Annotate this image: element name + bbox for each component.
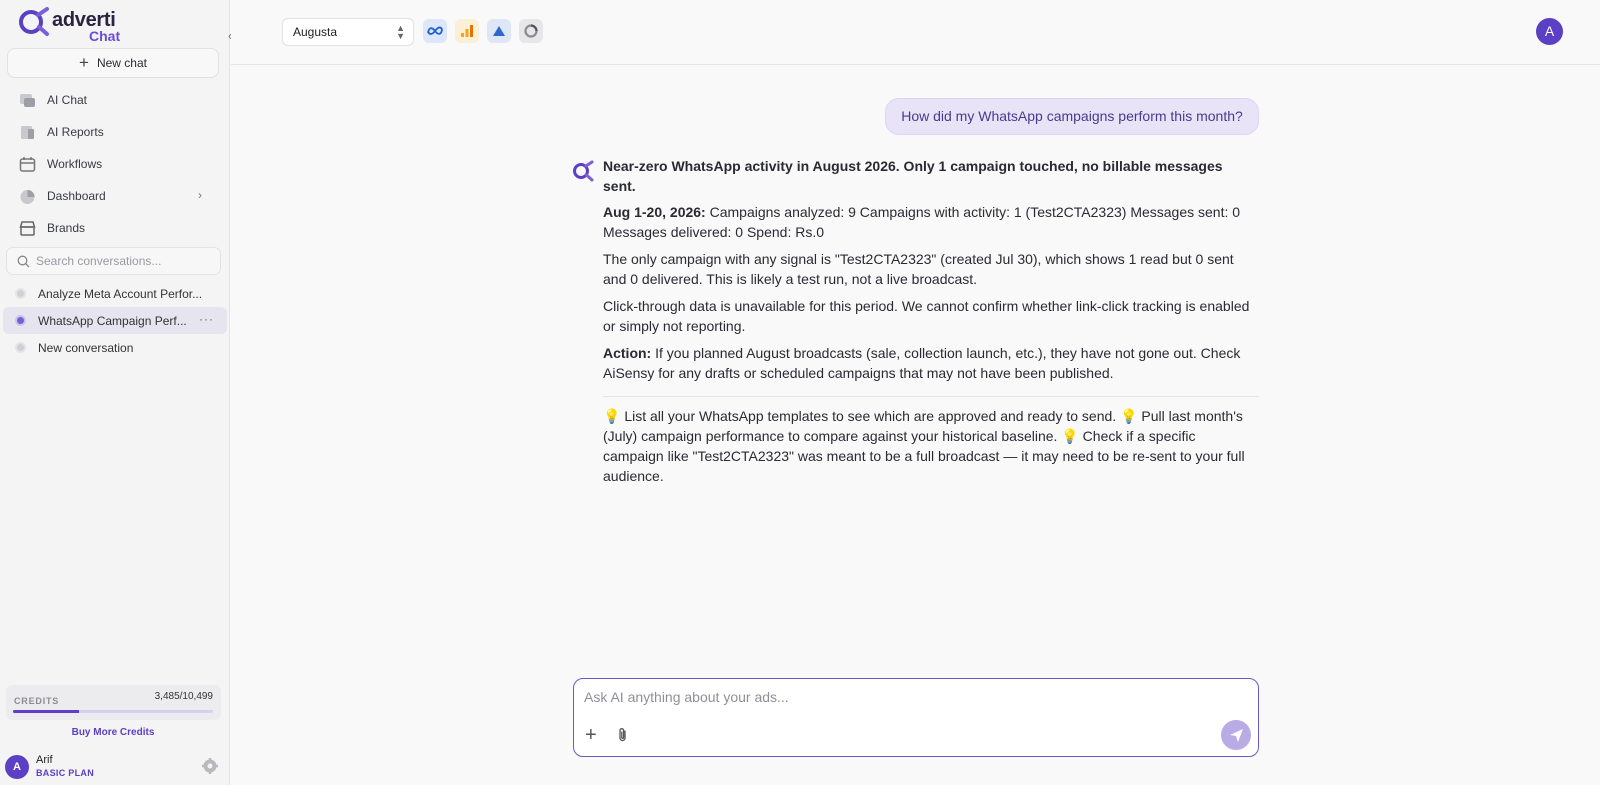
calendar-icon (19, 156, 36, 172)
ai-message: Near-zero WhatsApp activity in August 20… (603, 156, 1259, 493)
suggestions: 💡 List all your WhatsApp templates to se… (603, 406, 1259, 486)
message-input[interactable] (584, 689, 1224, 711)
conversation-item-active[interactable]: WhatsApp Campaign Perf... ··· (3, 307, 227, 334)
user-avatar-button[interactable]: A (1536, 18, 1563, 45)
google-ads-integration-button[interactable] (487, 19, 511, 43)
user-plan-badge: BASIC PLAN (36, 768, 95, 778)
lightbulb-icon: 💡 (1061, 428, 1083, 444)
conversation-title: WhatsApp Campaign Perf... (38, 313, 187, 328)
shopify-integration-button[interactable] (519, 19, 543, 43)
sidebar-item-label: AI Reports (47, 125, 104, 139)
ai-message-text: If you planned August broadcasts (sale, … (603, 345, 1241, 381)
credits-label: CREDITS (14, 696, 60, 706)
paperclip-icon[interactable] (616, 727, 630, 743)
send-button[interactable] (1221, 720, 1251, 750)
user-message-bubble: How did my WhatsApp campaigns perform th… (885, 98, 1259, 135)
dashboard-icon (20, 189, 35, 204)
store-icon (19, 220, 36, 236)
sidebar-item-label: Brands (47, 221, 86, 235)
conversation-title: Analyze Meta Account Perfor... (38, 286, 203, 301)
search-input[interactable] (36, 254, 206, 268)
new-chat-label: New chat (96, 56, 147, 70)
lightbulb-icon: 💡 (603, 408, 625, 424)
google-ads-icon (493, 26, 505, 36)
logo-icon (19, 7, 49, 36)
reports-icon (21, 125, 34, 139)
credits-panel: CREDITS 3,485/10,499 (6, 685, 221, 720)
sidebar-item-label: Dashboard (47, 189, 106, 203)
ai-message-label: Action: (603, 345, 652, 361)
lightbulb-icon: 💡 (1120, 408, 1142, 424)
credits-progress-bar (13, 710, 213, 713)
ai-message-paragraph: The only campaign with any signal is "Te… (603, 251, 1234, 287)
meta-integration-button[interactable] (423, 19, 447, 43)
chevron-right-icon[interactable]: › (198, 188, 202, 202)
add-attachment-plus-icon[interactable]: + (585, 724, 597, 747)
search-conversations (6, 247, 221, 275)
new-chat-button[interactable]: + New chat (7, 48, 219, 78)
app-logo[interactable]: adverti Chat (18, 7, 128, 44)
ai-message-label: Aug 1-20, 2026: (603, 204, 706, 220)
conversation-item[interactable]: New conversation (3, 334, 227, 361)
conversation-list: Analyze Meta Account Perfor... WhatsApp … (0, 280, 230, 361)
ai-message-paragraph: Click-through data is unavailable for th… (603, 298, 1250, 334)
conversation-item[interactable]: Analyze Meta Account Perfor... (3, 280, 227, 307)
credits-value: 3,485/10,499 (154, 691, 213, 702)
sidebar-item-workflows[interactable]: Workflows (0, 148, 230, 180)
ai-assistant-icon (573, 160, 594, 182)
logo-subtext: Chat (89, 28, 121, 44)
user-profile[interactable]: A Arif BASIC PLAN (5, 754, 225, 780)
chat-icon (20, 93, 35, 107)
avatar: A (5, 755, 29, 779)
analytics-icon (461, 25, 473, 37)
conversation-title: New conversation (38, 340, 134, 355)
meta-icon (427, 26, 443, 35)
sidebar-item-label: Workflows (47, 157, 103, 171)
shopify-icon (524, 24, 538, 38)
conversation-status-icon (15, 288, 26, 299)
search-icon (17, 255, 30, 267)
more-options-icon[interactable]: ··· (199, 312, 214, 326)
brand-select[interactable]: Augusta ▲ ▼ (282, 18, 414, 46)
plus-icon: + (79, 53, 89, 72)
sidebar: adverti Chat ‹ + New chat AI Chat AI Rep… (0, 0, 232, 785)
ai-message-headline: Near-zero WhatsApp activity in August 20… (603, 158, 1223, 194)
sidebar-item-brands[interactable]: Brands (0, 212, 230, 244)
sidebar-item-label: AI Chat (47, 93, 88, 107)
sidebar-nav: AI Chat AI Reports Workflows Dashboard ›… (0, 84, 230, 244)
sidebar-item-ai-chat[interactable]: AI Chat (0, 84, 230, 116)
ai-message-paragraph: Action: If you planned August broadcasts… (603, 343, 1259, 383)
credits-progress-fill (13, 710, 80, 713)
conversation-status-icon (15, 315, 26, 326)
analytics-integration-button[interactable] (455, 19, 479, 43)
select-arrows-icon: ▲ ▼ (396, 23, 405, 41)
sidebar-item-ai-reports[interactable]: AI Reports (0, 116, 230, 148)
conversation-status-icon (15, 342, 26, 353)
brand-select-value: Augusta (293, 25, 338, 39)
suggestion-item[interactable]: List all your WhatsApp templates to see … (624, 408, 1116, 424)
divider (603, 396, 1259, 397)
gear-icon[interactable] (202, 758, 218, 774)
top-bar: Augusta ▲ ▼ A (231, 0, 1600, 65)
message-composer: + (573, 678, 1259, 757)
send-icon (1229, 728, 1243, 742)
sidebar-item-dashboard[interactable]: Dashboard › (0, 180, 230, 212)
user-name: Arif (36, 754, 53, 766)
ai-message-paragraph: Aug 1-20, 2026: Campaigns analyzed: 9 Ca… (603, 202, 1259, 242)
buy-more-credits-link[interactable]: Buy More Credits (0, 727, 226, 738)
